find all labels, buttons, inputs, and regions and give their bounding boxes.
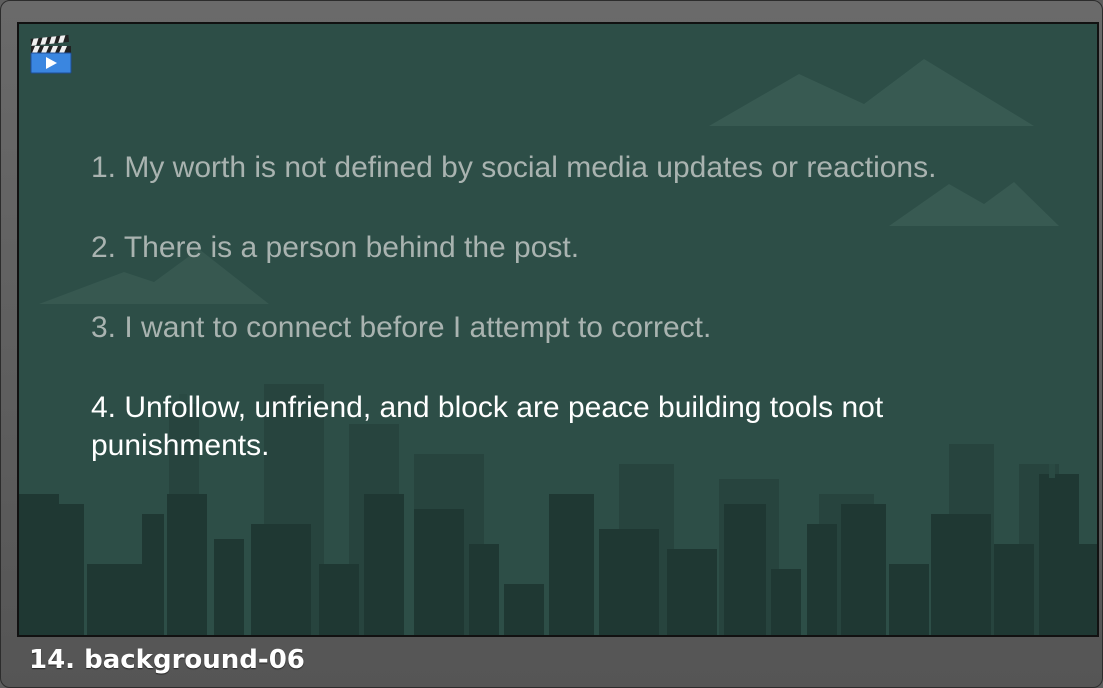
list-item: 2. There is a person behind the post.	[91, 231, 580, 264]
slide-preview[interactable]: 1. My worth is not defined by social med…	[17, 22, 1099, 637]
list-item: 3. I want to connect before I attempt to…	[91, 311, 712, 344]
list-item-active: 4. Unfollow, unfriend, and block are pea…	[91, 391, 884, 462]
clapperboard-play-icon	[30, 34, 72, 74]
slide-body: 1. My worth is not defined by social med…	[91, 149, 1031, 507]
list-item: 1. My worth is not defined by social med…	[91, 151, 937, 184]
slide-caption: 14. background-06	[29, 645, 305, 675]
slide-thumbnail-frame[interactable]: 1. My worth is not defined by social med…	[0, 0, 1103, 688]
